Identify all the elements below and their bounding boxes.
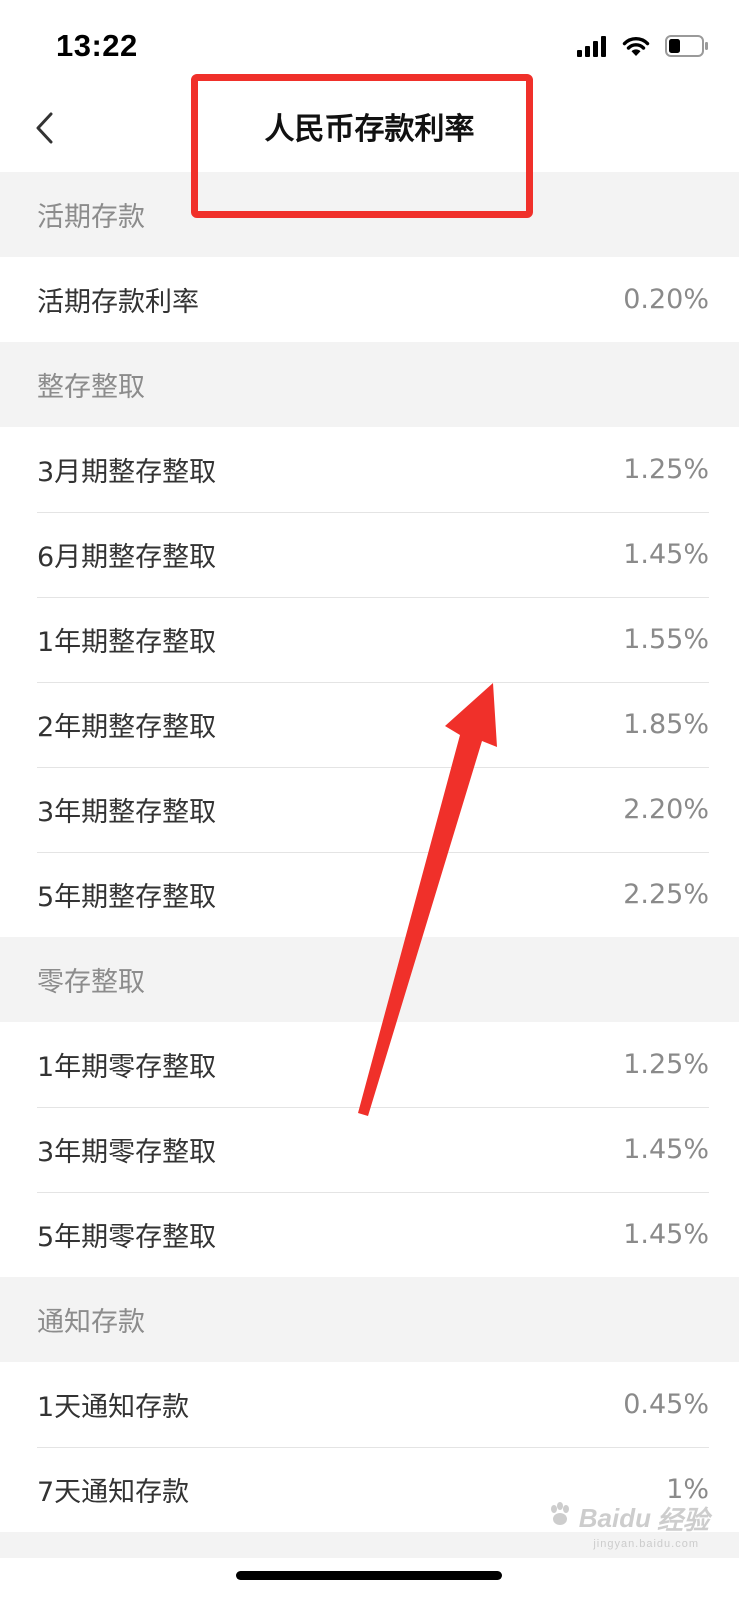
watermark-brand: Baidu [578,1503,651,1533]
watermark: Baidu 经验 [547,1500,709,1537]
section-header: 整存整取 [0,342,739,427]
page-title: 人民币存款利率 [264,112,475,147]
list-item[interactable]: 1年期零存整取 1.25% [0,1022,739,1107]
rate-value: 1.55% [623,624,709,655]
rate-list: 活期存款 活期存款利率 0.20% 整存整取 3月期整存整取 1.25% 6月期… [0,172,739,1558]
section-header: 通知存款 [0,1277,739,1362]
rate-value: 2.25% [623,879,709,910]
rate-label: 3月期整存整取 [37,457,217,488]
paw-icon [547,1502,573,1535]
rate-label: 1年期整存整取 [37,627,217,658]
nav-bar: 人民币存款利率 [0,90,739,172]
section-lump-sum: 整存整取 3月期整存整取 1.25% 6月期整存整取 1.45% 1年期整存整取… [0,342,739,937]
rate-label: 3年期零存整取 [37,1137,217,1168]
rate-value: 1.45% [623,539,709,570]
rate-value: 1.25% [623,1049,709,1080]
rate-label: 6月期整存整取 [37,542,217,573]
list-item[interactable]: 5年期整存整取 2.25% [0,852,739,937]
list-item[interactable]: 1天通知存款 0.45% [0,1362,739,1447]
battery-icon [665,35,709,61]
rate-value: 1.25% [623,454,709,485]
section-installment: 零存整取 1年期零存整取 1.25% 3年期零存整取 1.45% 5年期零存整取… [0,937,739,1277]
signal-icon [577,35,607,61]
section-notice-deposit: 通知存款 1天通知存款 0.45% 7天通知存款 1% [0,1277,739,1532]
rate-value: 1.45% [623,1134,709,1165]
status-icons [577,32,709,64]
rate-label: 5年期零存整取 [37,1222,217,1253]
rate-value: 0.20% [623,284,709,315]
rate-label: 3年期整存整取 [37,797,217,828]
rate-label: 5年期整存整取 [37,882,217,913]
rate-label: 活期存款利率 [37,287,199,318]
list-item[interactable]: 活期存款利率 0.20% [0,257,739,342]
watermark-url: jingyan.baidu.com [593,1538,699,1550]
rate-value: 1.85% [623,709,709,740]
list-item[interactable]: 6月期整存整取 1.45% [0,512,739,597]
watermark-suffix: 经验 [656,1505,709,1535]
section-current-deposit: 活期存款 活期存款利率 0.20% [0,172,739,342]
list-item[interactable]: 5年期零存整取 1.45% [0,1192,739,1277]
status-bar: 13:22 [0,0,739,90]
rate-label: 7天通知存款 [37,1477,190,1508]
rate-value: 0.45% [623,1389,709,1420]
rate-value: 1.45% [623,1219,709,1250]
section-header: 活期存款 [0,172,739,257]
section-header: 零存整取 [0,937,739,1022]
home-indicator [236,1571,502,1580]
list-item[interactable]: 3年期零存整取 1.45% [0,1107,739,1192]
list-item[interactable]: 3年期整存整取 2.20% [0,767,739,852]
rate-value: 2.20% [623,794,709,825]
rate-label: 1年期零存整取 [37,1052,217,1083]
list-item[interactable]: 3月期整存整取 1.25% [0,427,739,512]
list-item[interactable]: 2年期整存整取 1.85% [0,682,739,767]
wifi-icon [621,35,651,61]
rate-label: 2年期整存整取 [37,712,217,743]
list-item[interactable]: 1年期整存整取 1.55% [0,597,739,682]
status-time: 13:22 [56,28,138,63]
rate-label: 1天通知存款 [37,1392,190,1423]
